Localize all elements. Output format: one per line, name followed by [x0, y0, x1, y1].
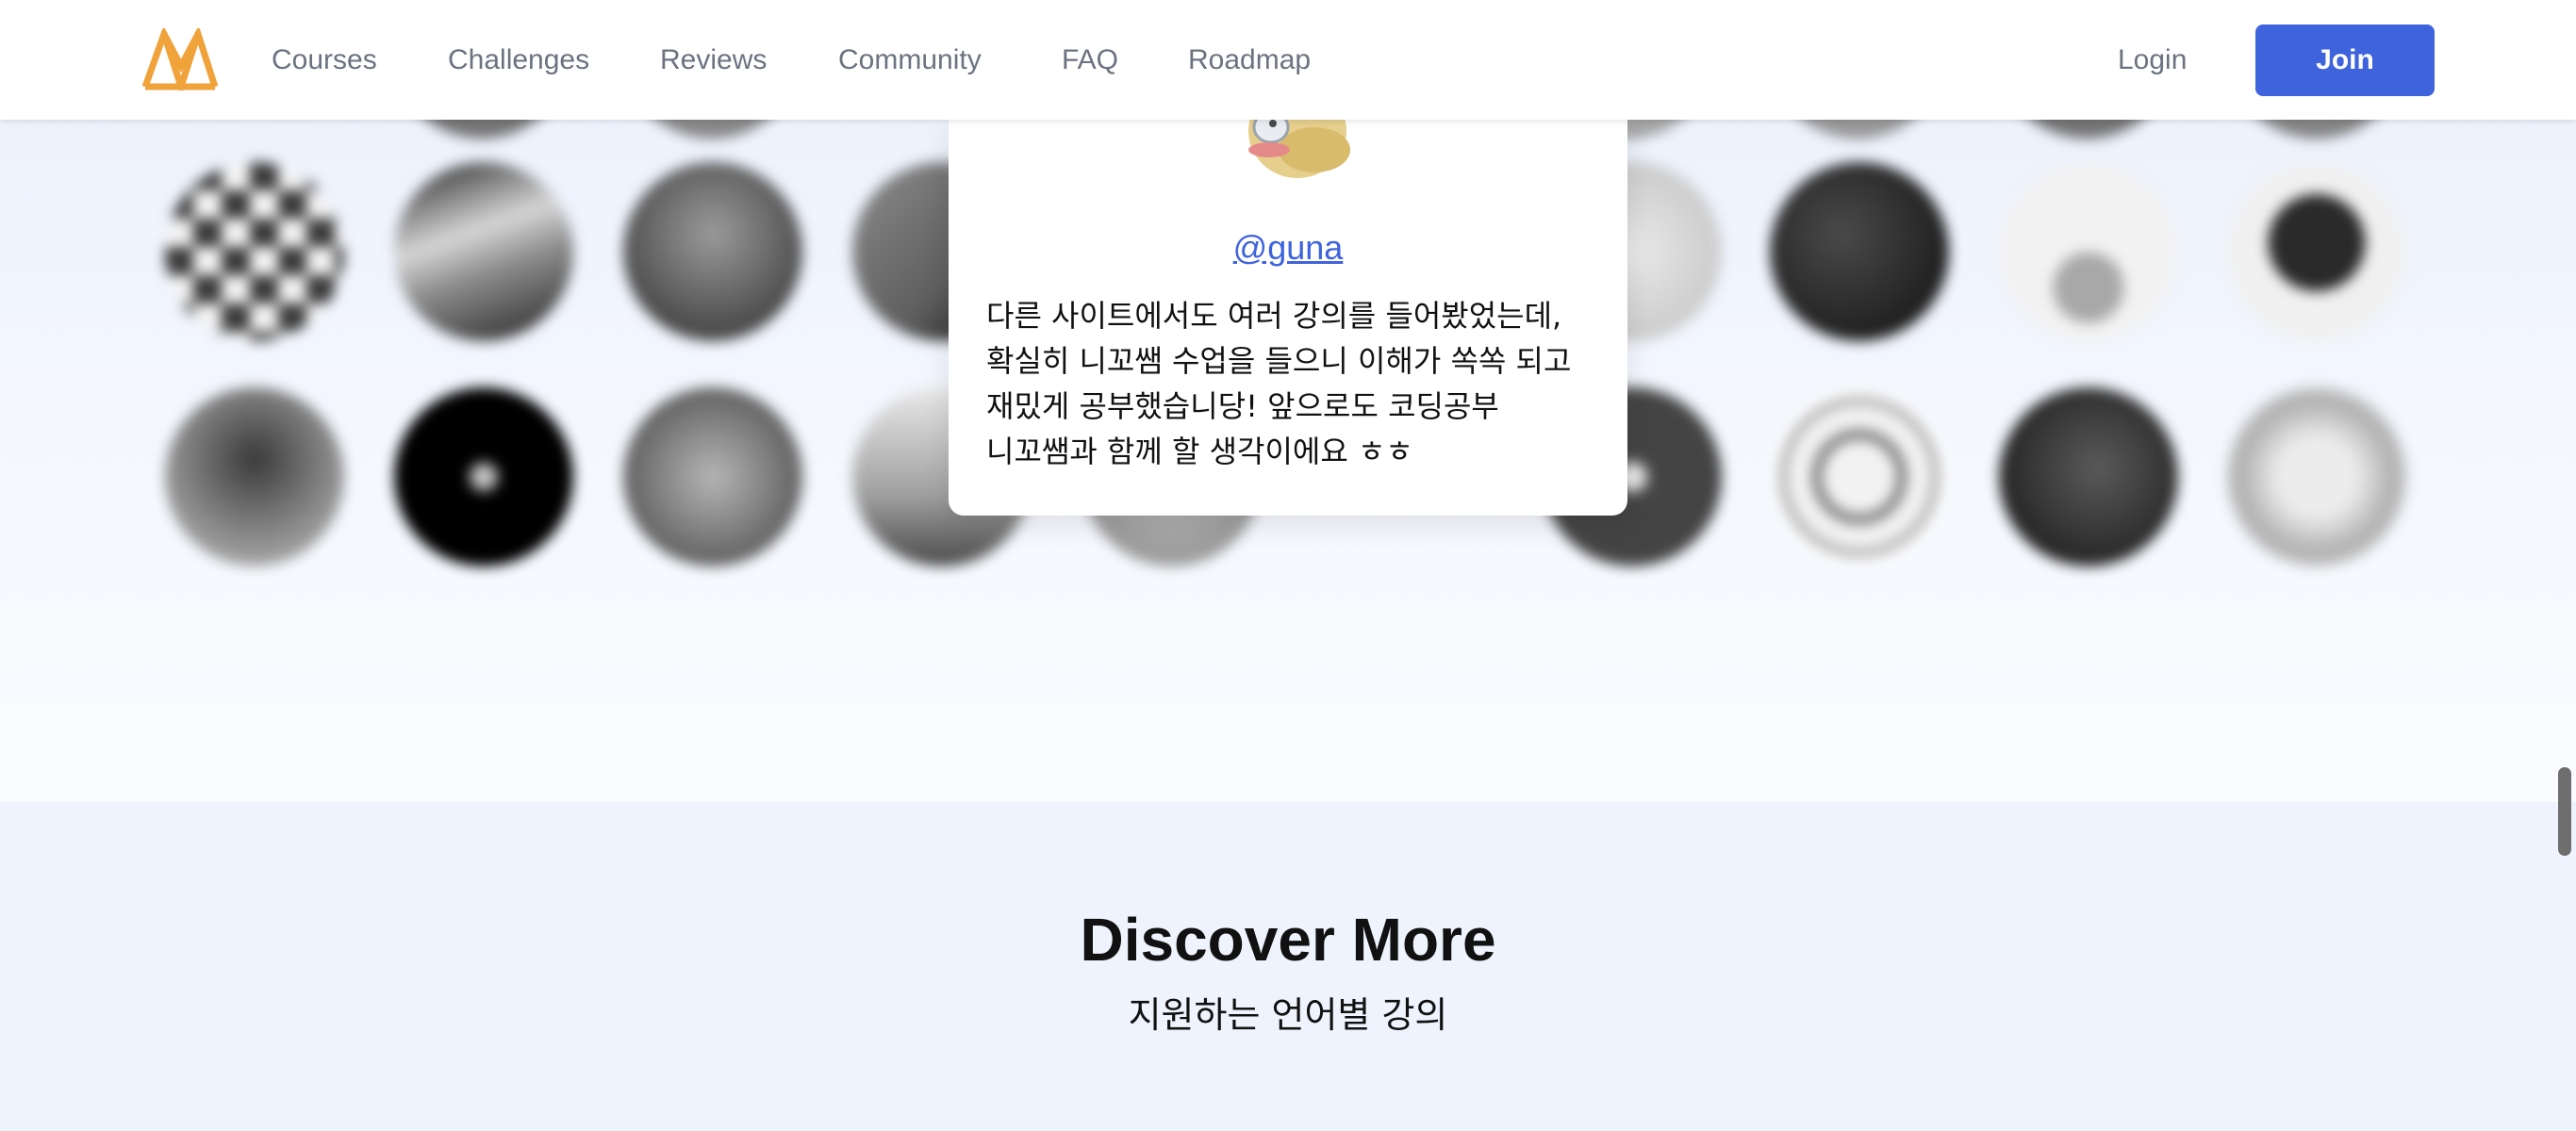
nav-faq[interactable]: FAQ	[1062, 40, 1118, 81]
reviewer-avatar[interactable]	[1768, 120, 1947, 139]
reviewer-avatar[interactable]	[1997, 120, 2176, 139]
review-line: 니꼬쌤과 함께 할 생각이에요 ㅎㅎ	[986, 434, 1413, 469]
discover-more-section: Discover More 지원하는 언어별 강의	[0, 802, 2576, 1131]
discover-subtitle: 지원하는 언어별 강의	[1128, 994, 1448, 1036]
review-popover-card: @guna 다른 사이트에서도 여러 강의를 들어봤었는데, 확실히 니꼬쌤 수…	[949, 84, 1627, 516]
review-author-link[interactable]: @guna	[949, 228, 1627, 268]
review-line: 다른 사이트에서도 여러 강의를 들어봤었는데,	[986, 298, 1562, 334]
review-line: 확실히 니꼬쌤 수업을 들으니 이해가 쏙쏙 되고	[986, 343, 1572, 379]
reviewer-avatar[interactable]	[165, 162, 344, 341]
reviewer-avatar[interactable]	[392, 120, 571, 139]
discover-title: Discover More	[1080, 906, 1496, 974]
join-button[interactable]: Join	[2255, 25, 2435, 96]
reviewer-avatar[interactable]	[1999, 387, 2178, 566]
top-navigation-bar: Courses Challenges Reviews Community FAQ…	[0, 0, 2576, 120]
review-text: 다른 사이트에서도 여러 강의를 들어봤었는데, 확실히 니꼬쌤 수업을 들으니…	[986, 293, 1599, 474]
nav-roadmap[interactable]: Roadmap	[1188, 40, 1311, 81]
nav-reviews[interactable]: Reviews	[660, 40, 767, 81]
reviewer-avatar[interactable]	[2227, 120, 2406, 139]
reviewer-avatar[interactable]	[623, 162, 802, 341]
reviewer-avatar[interactable]	[1770, 162, 1949, 341]
reviewer-avatar[interactable]	[2227, 162, 2406, 341]
login-link[interactable]: Login	[2118, 40, 2187, 81]
reviewer-avatar[interactable]	[2227, 387, 2406, 566]
nav-challenges[interactable]: Challenges	[448, 40, 589, 81]
reviewer-avatar[interactable]	[622, 120, 801, 139]
review-line: 재밌게 공부했습니당! 앞으로도 코딩공부	[986, 388, 1499, 424]
reviewer-avatar[interactable]	[1999, 162, 2178, 341]
reviewer-avatar[interactable]	[394, 162, 573, 341]
brand-logo-icon[interactable]	[141, 25, 219, 98]
reviewer-avatar[interactable]	[394, 387, 573, 566]
nav-courses[interactable]: Courses	[272, 40, 377, 81]
reviewer-avatar[interactable]	[1770, 387, 1949, 566]
page-scrollbar-thumb[interactable]	[2558, 767, 2571, 856]
reviewer-avatar[interactable]	[165, 387, 344, 566]
reviewer-avatar[interactable]	[623, 387, 802, 566]
nav-community[interactable]: Community	[838, 40, 982, 81]
